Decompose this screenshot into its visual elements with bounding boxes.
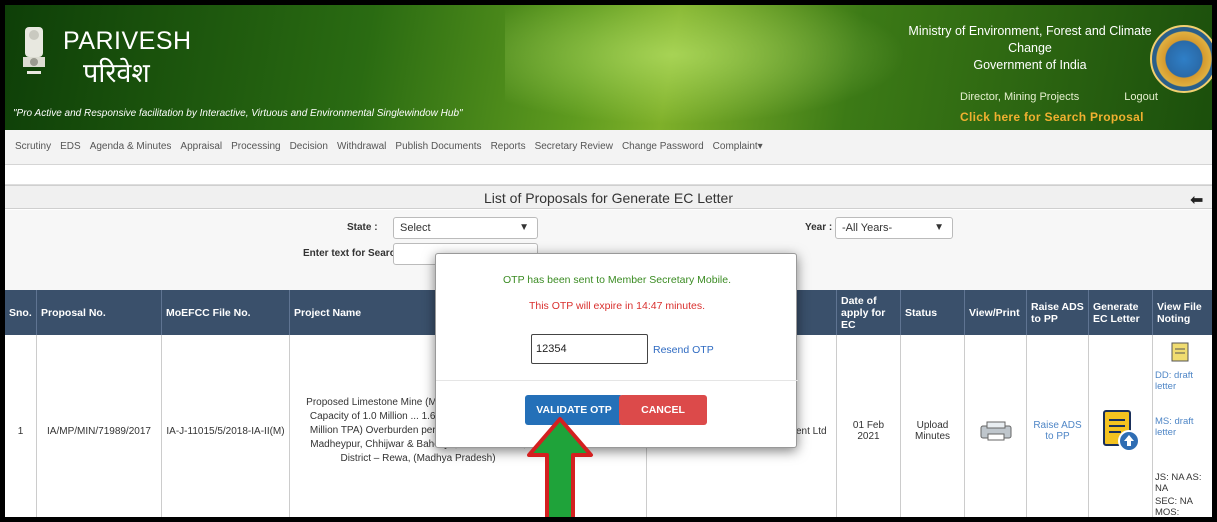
- nav-item[interactable]: Complaint▾: [713, 141, 763, 152]
- cell-view-noting: DD: draft letter MS: draft letter JS: NA…: [1153, 335, 1212, 518]
- chevron-down-icon: ▼: [519, 222, 529, 233]
- state-select[interactable]: Select ▼: [393, 217, 538, 239]
- nav-item[interactable]: Change Password: [622, 141, 704, 152]
- otp-sent-message: OTP has been sent to Member Secretary Mo…: [503, 274, 731, 286]
- otp-input[interactable]: [531, 334, 648, 364]
- noting-js: JS: NA AS: NA: [1155, 472, 1202, 494]
- nav-item[interactable]: Agenda & Minutes: [90, 141, 172, 152]
- page-title: List of Proposals for Generate EC Letter: [5, 185, 1212, 209]
- note-icon[interactable]: [1170, 341, 1190, 363]
- col-proposal-no: Proposal No.: [37, 290, 162, 335]
- cancel-button[interactable]: CANCEL: [619, 395, 707, 425]
- nav-item[interactable]: Processing: [231, 141, 280, 152]
- otp-expire-message: This OTP will expire in 14:47 minutes.: [528, 300, 706, 312]
- cell-file-no: IA-J-11015/5/2018-IA-II(M): [162, 335, 290, 517]
- main-nav: Scrutiny EDS Agenda & Minutes Appraisal Proc…: [5, 130, 1212, 165]
- tagline: "Pro Active and Responsive facilitation …: [13, 108, 463, 119]
- nav-item[interactable]: Publish Documents: [395, 141, 481, 152]
- year-select[interactable]: -All Years- ▼: [835, 217, 953, 239]
- resend-otp-link[interactable]: Resend OTP: [653, 344, 714, 356]
- noting-ms[interactable]: MS: draft letter: [1155, 416, 1210, 438]
- national-emblem-icon: [23, 27, 45, 74]
- col-raise-ads: Raise ADS to PP: [1027, 290, 1089, 335]
- raise-ads-link[interactable]: Raise ADS to PP: [1031, 420, 1084, 442]
- generate-ec-letter-icon[interactable]: [1101, 408, 1141, 454]
- logout-link[interactable]: Logout: [1124, 91, 1158, 103]
- search-proposal-link[interactable]: Click here for Search Proposal: [960, 110, 1144, 124]
- cell-proposal-no: IA/MP/MIN/71989/2017: [37, 335, 162, 517]
- cell-date-apply: 01 Feb 2021: [837, 335, 901, 517]
- header-user-links: Director, Mining Projects Logout: [960, 91, 1200, 103]
- nav-item[interactable]: Secretary Review: [535, 141, 613, 152]
- col-view-noting: View File Noting: [1157, 300, 1202, 325]
- nav-item[interactable]: Reports: [491, 141, 526, 152]
- nav-item[interactable]: Withdrawal: [337, 141, 386, 152]
- nav-item[interactable]: Decision: [290, 141, 328, 152]
- year-label: Year :: [805, 222, 833, 233]
- noting-dd[interactable]: DD: draft letter: [1155, 370, 1210, 392]
- chevron-down-icon: ▼: [934, 222, 944, 233]
- nav-item[interactable]: Appraisal: [180, 141, 222, 152]
- cell-raise-ads: Raise ADS to PP: [1027, 335, 1089, 517]
- col-view-print: View/Print: [965, 290, 1027, 335]
- user-role-link[interactable]: Director, Mining Projects: [960, 91, 1079, 103]
- col-generate-ec: Generate EC Letter: [1089, 290, 1153, 335]
- nav-item[interactable]: Scrutiny: [15, 141, 51, 152]
- otp-modal: OTP has been sent to Member Secretary Mo…: [435, 253, 798, 448]
- ministry-title: Ministry of Environment, Forest and Clim…: [908, 24, 1152, 72]
- noting-sec: SEC: NA MOS:: [1155, 496, 1193, 518]
- brand-name-hindi: परिवेश: [83, 58, 150, 89]
- search-label: Enter text for Search :: [303, 248, 408, 259]
- col-file-no: MoEFCC File No.: [162, 290, 290, 335]
- ministry-logo: [1150, 25, 1212, 93]
- app-window: PARIVESH परिवेश "Pro Active and Responsi…: [0, 0, 1217, 522]
- printer-icon[interactable]: [979, 420, 1013, 442]
- cell-view-print: [965, 335, 1027, 517]
- col-status: Status: [901, 290, 965, 335]
- back-arrow-icon[interactable]: ⬅: [1190, 190, 1203, 210]
- col-sno: Sno.: [5, 290, 37, 335]
- site-header: PARIVESH परिवेश "Pro Active and Responsi…: [5, 5, 1212, 130]
- brand-name-english: PARIVESH: [63, 27, 192, 55]
- col-date-apply: Date of apply for EC: [837, 290, 901, 335]
- cell-generate-ec: [1089, 335, 1153, 517]
- cell-status: Upload Minutes: [901, 335, 965, 517]
- cell-sno: 1: [5, 335, 37, 517]
- state-label: State :: [347, 222, 378, 233]
- pointer-arrow-icon: [527, 417, 593, 517]
- nav-item[interactable]: EDS: [60, 141, 81, 152]
